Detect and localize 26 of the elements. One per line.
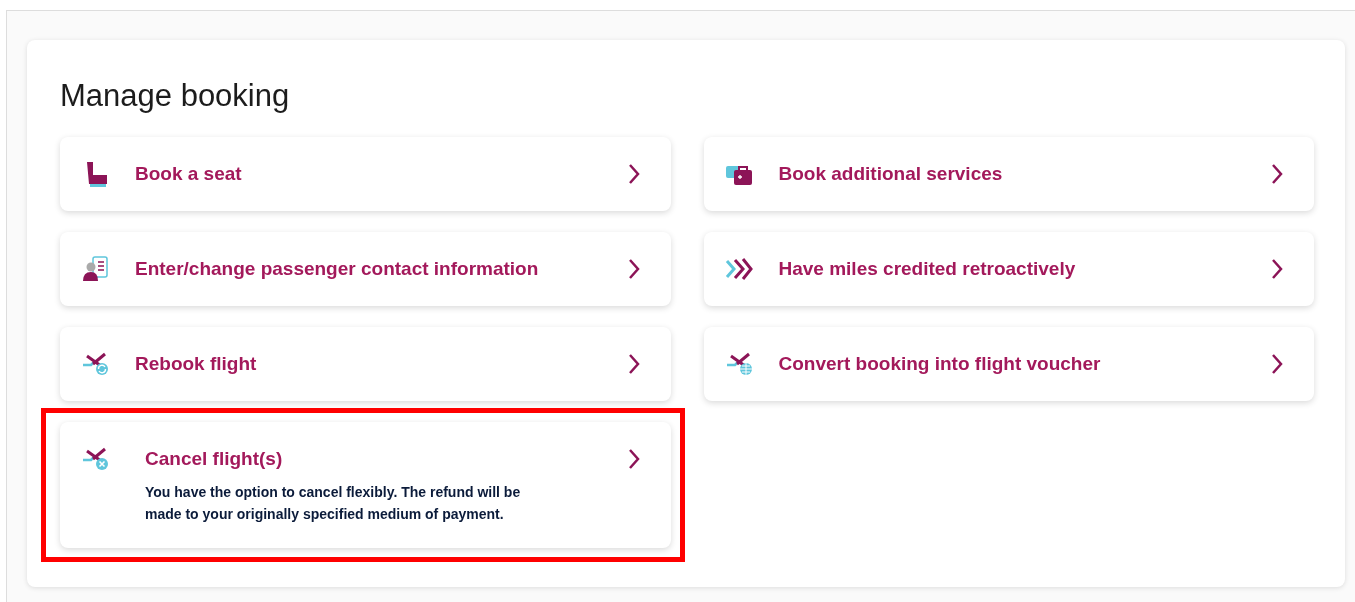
chevron-right-icon [1270, 353, 1284, 375]
chevron-right-icon [1270, 163, 1284, 185]
chevron-right-icon [626, 163, 641, 185]
booking-option[interactable]: Rebook flight [60, 327, 671, 401]
page-title: Manage booking [60, 77, 291, 115]
booking-option[interactable]: Book a seat [60, 137, 671, 211]
booking-option[interactable]: Enter/change passenger contact information [60, 232, 671, 306]
chevron-right-icon [626, 258, 641, 280]
option-label: Rebook flight [135, 352, 258, 376]
option-label: Have miles credited retroactively [778, 257, 1077, 281]
contact-card-icon [80, 255, 110, 283]
option-label: Book additional services [778, 162, 1004, 186]
chevron-right-icon [626, 353, 641, 375]
option-label: Book a seat [135, 162, 243, 186]
booking-option[interactable]: Have miles credited retroactively [703, 232, 1314, 306]
booking-option[interactable]: Cancel flight(s) You have the option to cancel flexibly. The refund will be made to your originally specified medium of payment. [60, 422, 671, 548]
option-label: Convert booking into flight voucher [778, 352, 1102, 376]
booking-option[interactable]: Book additional services [703, 137, 1314, 211]
plane-refresh-icon [80, 350, 110, 378]
option-label: Cancel flight(s) [145, 447, 284, 471]
chevron-right-icon [1270, 258, 1284, 280]
chevron-right-icon [626, 448, 641, 470]
plane-cancel-icon [80, 445, 110, 473]
option-description: You have the option to cancel flexibly. The refund will be made to your originally specified medium of payment. [145, 483, 522, 524]
option-label: Enter/change passenger contact information [135, 257, 540, 281]
booking-option[interactable]: Convert booking into flight voucher [703, 327, 1314, 401]
